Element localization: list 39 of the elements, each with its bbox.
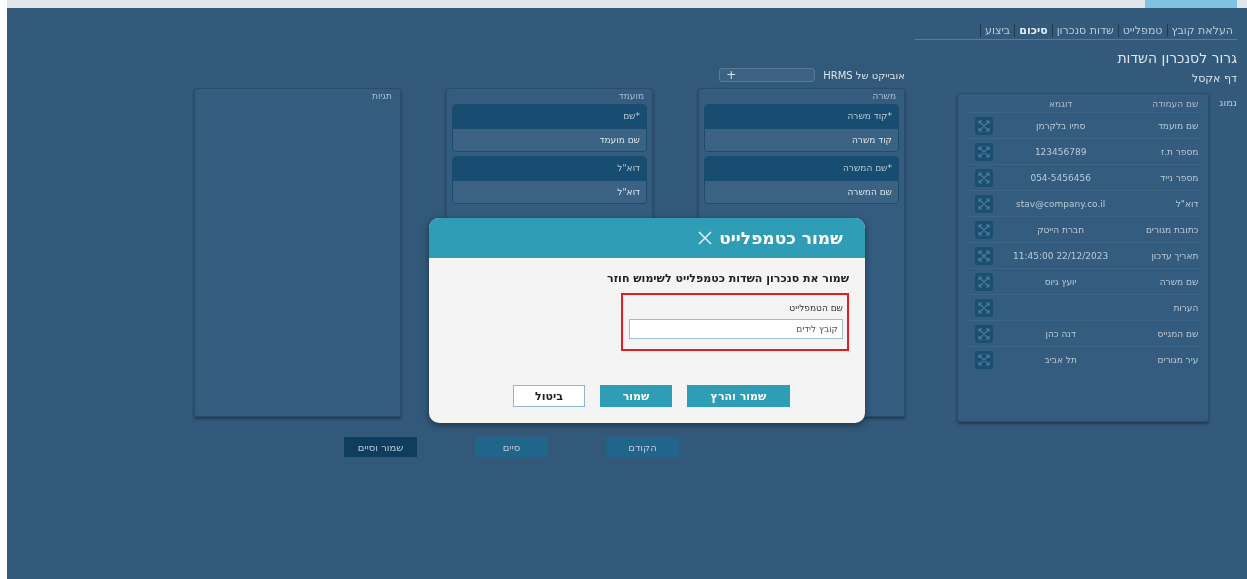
- sheet-label: דף אקסל: [1190, 72, 1237, 85]
- table-cell: תאריך עדכון: [1126, 242, 1201, 269]
- column-title: מועמד: [617, 91, 645, 103]
- column-title: תגיות: [371, 91, 393, 103]
- dialog-title: שמור כטמפלייט: [719, 228, 843, 248]
- page-title: גרור לסנכרון השדות: [1116, 50, 1237, 66]
- field-card-value: שם המשרה: [705, 181, 898, 203]
- table-cell: 22/12/2023 11:45:00: [1013, 250, 1109, 261]
- field-card-header: *קוד משרה: [705, 105, 898, 129]
- table-cell: כתובת מגורים: [1126, 216, 1201, 243]
- column-header: שם העמודה: [1126, 96, 1201, 113]
- table-cell: דוא"ל: [1126, 190, 1201, 217]
- field-card-value: קוד משרה: [705, 129, 898, 151]
- dialog-message: שמור את סנכרון השדות כטמפלייט לשימוש חוזר: [606, 272, 849, 285]
- column-title: משרה: [871, 91, 897, 103]
- object-label: אובייקט של HRMS: [823, 69, 905, 81]
- table-cell: עיר מגורים: [1126, 346, 1201, 372]
- table-cell: חברת הייטק: [1037, 224, 1085, 235]
- field-card-header: דוא"ל: [453, 157, 646, 181]
- table-cell: שם המגייס: [1126, 320, 1201, 347]
- side-label: נמוג: [1219, 96, 1237, 110]
- table-cell: תל אביב: [1044, 354, 1077, 365]
- field-card-header: *שם: [453, 105, 646, 129]
- table-cell: 123456789: [1034, 146, 1087, 157]
- table-cell: יועץ גיוס: [1044, 276, 1077, 287]
- column-header: דוגמא: [995, 96, 1126, 113]
- table-cell: מספר ת.ז: [1126, 138, 1201, 165]
- table-cell: הערות: [1126, 294, 1201, 321]
- table-cell: 054-5456456: [1030, 172, 1091, 183]
- table-cell: מספר נייד: [1126, 164, 1201, 191]
- table-cell: שם משרה: [1126, 268, 1201, 295]
- field-card-header: *שם המשרה: [705, 157, 898, 181]
- table-cell: סתיו בלקרמן: [1035, 120, 1086, 131]
- field-card-value: שם מועמד: [453, 129, 646, 151]
- table-cell: שם מועמד: [1126, 112, 1201, 139]
- table-cell: stav@company.co.il: [1016, 198, 1106, 209]
- field-card-value: דוא"ל: [453, 181, 646, 203]
- table-cell: דנה כהן: [1045, 328, 1076, 339]
- field-label: שם הטמפלייט: [788, 303, 843, 313]
